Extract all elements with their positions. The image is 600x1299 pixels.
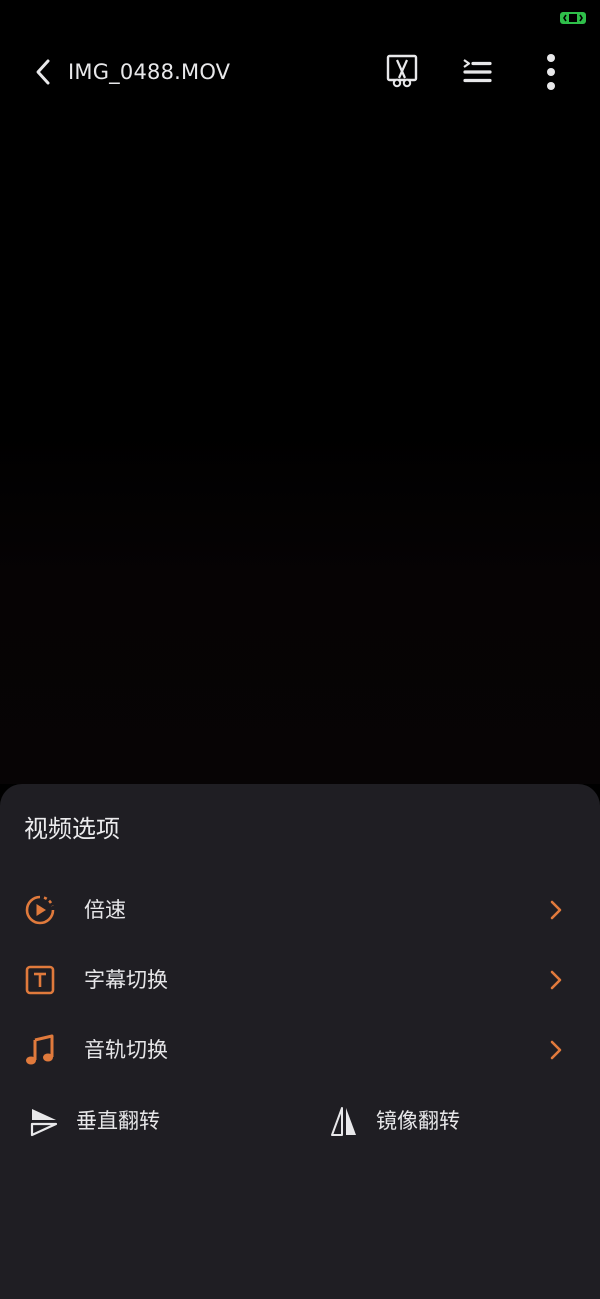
subtitle-switch-option[interactable]: 字幕切换 [0,952,600,1012]
scissors-cut-icon [386,54,418,88]
subtitle-switch-label: 字幕切换 [84,968,168,992]
video-options-sheet: 视频选项 倍速 字幕切换 音轨切换 [0,784,600,1299]
more-vertical-icon [547,54,555,90]
flip-vertical-button[interactable]: 垂直翻转 [28,1096,308,1148]
status-indicator-icon [560,12,586,24]
chevron-right-icon [546,896,566,924]
chevron-right-icon [546,966,566,994]
audio-track-switch-label: 音轨切换 [84,1038,168,1062]
subtitle-icon [24,964,56,996]
playback-speed-option[interactable]: 倍速 [0,882,600,942]
mirror-flip-label: 镜像翻转 [376,1109,460,1133]
top-bar: IMG_0488.MOV [0,44,600,100]
video-surface[interactable] [0,100,600,784]
back-button[interactable] [28,56,58,88]
flip-vertical-label: 垂直翻转 [76,1109,160,1133]
back-icon [36,59,50,85]
music-note-icon [24,1034,56,1066]
cut-button[interactable] [382,52,422,92]
sheet-title: 视频选项 [24,815,120,843]
playback-speed-label: 倍速 [84,898,126,922]
playback-speed-icon [24,894,56,926]
video-player-screen: IMG_0488.MOV 视频选项 倍速 字幕切换 音轨切换 垂直翻转 镜像翻转 [0,0,600,1299]
audio-track-switch-option[interactable]: 音轨切换 [0,1022,600,1082]
flip-vertical-icon [28,1106,60,1138]
more-button[interactable] [531,52,571,92]
playlist-button[interactable] [457,52,497,92]
mirror-flip-button[interactable]: 镜像翻转 [328,1096,600,1148]
chevron-right-icon [546,1036,566,1064]
mirror-flip-icon [328,1106,360,1138]
video-title: IMG_0488.MOV [68,60,231,84]
playlist-icon [463,59,492,83]
